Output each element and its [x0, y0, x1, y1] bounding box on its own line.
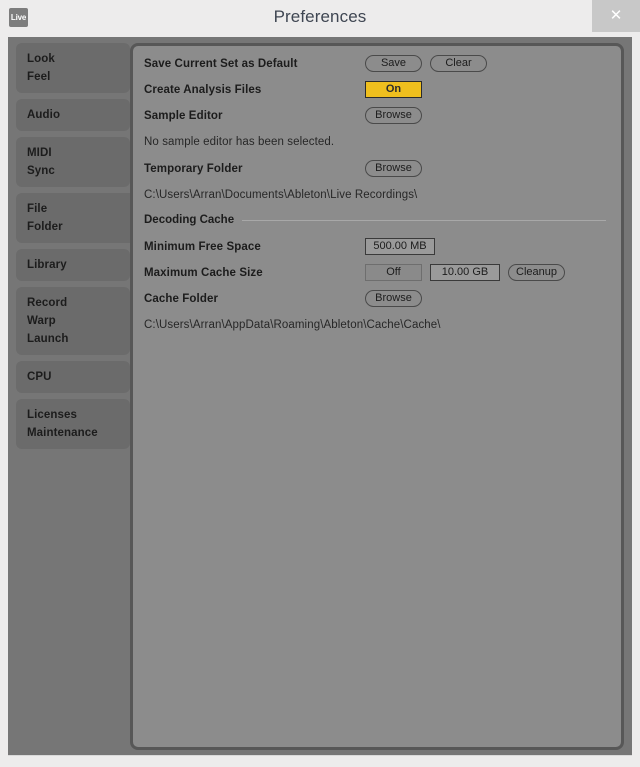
page-title: Preferences — [273, 7, 367, 26]
row-minimum-free-space: Minimum Free Space 500.00 MB — [144, 237, 616, 263]
sidebar-item-label: Warp — [27, 315, 56, 327]
sidebar-item-label: CPU — [27, 371, 52, 383]
row-label: Maximum Cache Size — [144, 267, 263, 279]
sample-editor-status-text: No sample editor has been selected. — [144, 136, 335, 148]
section-header-decoding-cache: Decoding Cache — [144, 214, 616, 226]
row-cache-folder: Cache Folder Browse — [144, 289, 616, 315]
row-sample-editor: Sample Editor Browse — [144, 106, 616, 132]
minimum-free-space-field[interactable]: 500.00 MB — [365, 238, 435, 255]
row-label: Create Analysis Files — [144, 84, 262, 96]
sidebar-item-label: MIDI — [27, 147, 52, 159]
save-button[interactable]: Save — [365, 55, 422, 72]
sidebar-item-cpu[interactable]: CPU — [16, 361, 130, 393]
sidebar-item-label: File — [27, 203, 48, 215]
sidebar-item-label: Feel — [27, 71, 51, 83]
title-bar: Live Preferences ✕ — [0, 0, 640, 37]
row-label: Sample Editor — [144, 110, 223, 122]
row-save-current-set-as-default: Save Current Set as Default Save Clear — [144, 54, 616, 80]
sidebar-item-label: Folder — [27, 221, 63, 233]
sidebar-item-label: Licenses — [27, 409, 78, 421]
row-temporary-folder: Temporary Folder Browse — [144, 159, 616, 185]
row-label: Save Current Set as Default — [144, 58, 298, 70]
sidebar-item-label: Look — [27, 53, 55, 65]
close-icon[interactable]: ✕ — [592, 0, 640, 32]
cache-folder-browse-button[interactable]: Browse — [365, 290, 422, 307]
sidebar-item-label: Record — [27, 297, 68, 309]
sidebar-item-record-warp-launch[interactable]: Record Warp Launch — [16, 287, 130, 355]
section-divider — [242, 219, 606, 221]
maximum-cache-size-toggle[interactable]: Off — [365, 264, 422, 281]
sidebar-item-audio[interactable]: Audio — [16, 99, 130, 131]
sidebar-item-file-folder[interactable]: File Folder — [16, 187, 138, 249]
sidebar-item-library[interactable]: Library — [16, 249, 130, 281]
temporary-folder-browse-button[interactable]: Browse — [365, 160, 422, 177]
row-controls: Save Clear — [365, 55, 487, 72]
row-controls: Browse — [365, 290, 422, 307]
preferences-content-panel: Save Current Set as Default Save Clear C… — [130, 43, 624, 750]
row-label: Temporary Folder — [144, 163, 243, 175]
row-controls: 500.00 MB — [365, 238, 435, 255]
row-controls: Off 10.00 GB Cleanup — [365, 264, 565, 281]
maximum-cache-size-field[interactable]: 10.00 GB — [430, 264, 500, 281]
sample-editor-browse-button[interactable]: Browse — [365, 107, 422, 124]
dialog-frame: Look Feel Audio MIDI Sync File Folder Li… — [8, 37, 632, 756]
row-controls: Browse — [365, 160, 422, 177]
sidebar-item-label: Launch — [27, 333, 69, 345]
row-controls: Browse — [365, 107, 422, 124]
row-label: Cache Folder — [144, 293, 219, 305]
sidebar-item-licenses-maintenance[interactable]: Licenses Maintenance — [16, 399, 130, 449]
row-label: Minimum Free Space — [144, 241, 261, 253]
sidebar-item-look-feel[interactable]: Look Feel — [16, 43, 130, 93]
row-create-analysis-files: Create Analysis Files On — [144, 80, 616, 106]
sidebar-item-label: Library — [27, 259, 67, 271]
sidebar-item-midi-sync[interactable]: MIDI Sync — [16, 137, 130, 187]
preferences-window: Live Preferences ✕ Look Feel Audio MIDI … — [0, 0, 640, 767]
sidebar-item-label: Audio — [27, 109, 61, 121]
sidebar: Look Feel Audio MIDI Sync File Folder Li… — [16, 43, 138, 455]
create-analysis-files-toggle[interactable]: On — [365, 81, 422, 98]
section-title: Decoding Cache — [144, 214, 235, 226]
temporary-folder-path: C:\Users\Arran\Documents\Ableton\Live Re… — [144, 189, 418, 201]
cache-folder-path: C:\Users\Arran\AppData\Roaming\Ableton\C… — [144, 319, 441, 331]
row-maximum-cache-size: Maximum Cache Size Off 10.00 GB Cleanup — [144, 263, 616, 289]
clear-button[interactable]: Clear — [430, 55, 487, 72]
sidebar-item-label: Maintenance — [27, 427, 98, 439]
sidebar-item-label: Sync — [27, 165, 55, 177]
cleanup-button[interactable]: Cleanup — [508, 264, 565, 281]
row-controls: On — [365, 81, 422, 98]
